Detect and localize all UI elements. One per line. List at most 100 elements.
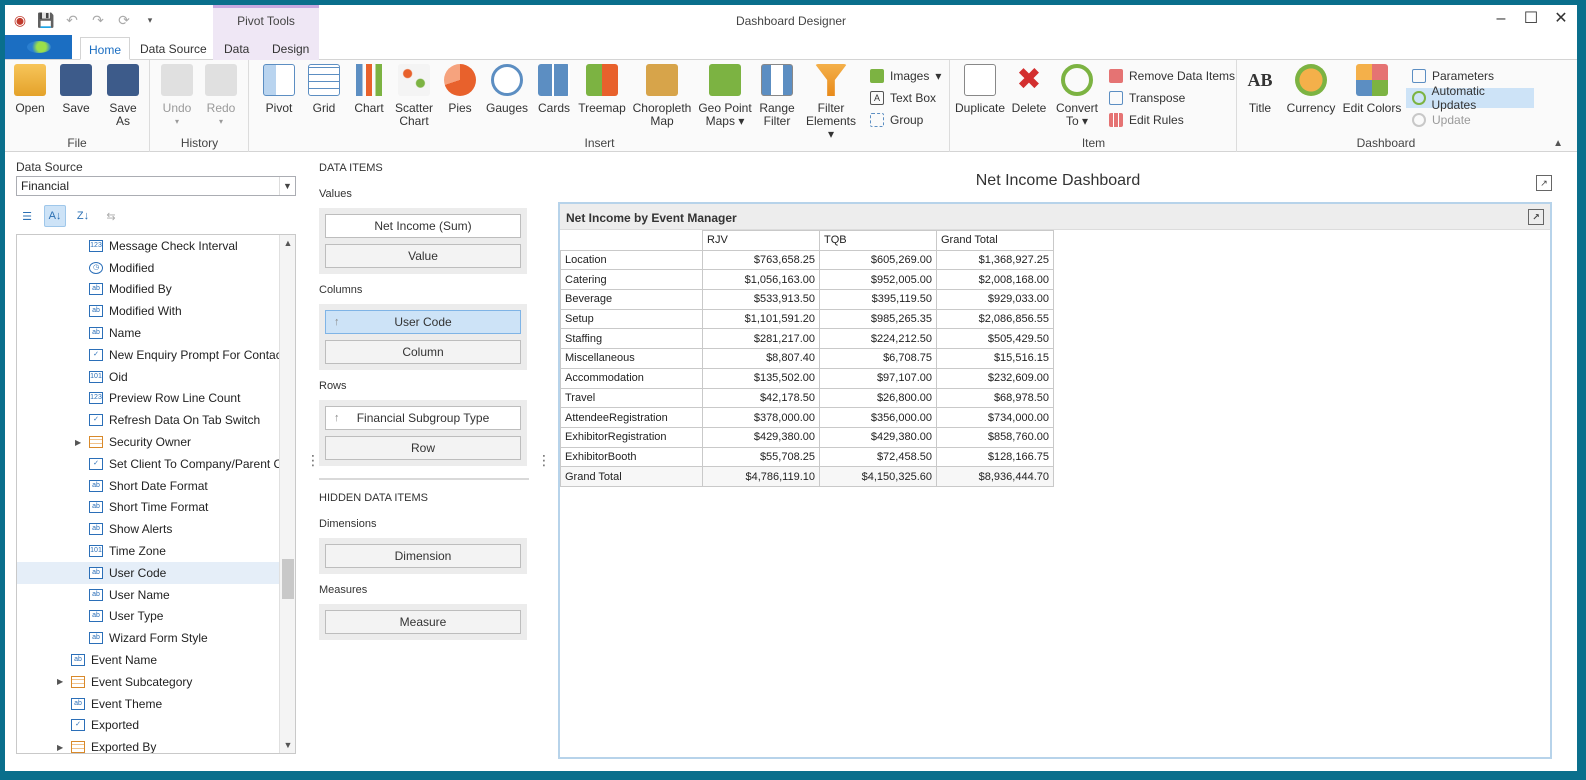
scroll-up-icon[interactable]: ▲ xyxy=(280,235,295,251)
value-cell[interactable]: $378,000.00 xyxy=(702,407,820,428)
row-header-cell[interactable]: Staffing xyxy=(560,328,703,350)
field-tree-item[interactable]: ✓ Refresh Data On Tab Switch xyxy=(17,409,295,431)
field-tree-item[interactable]: ab User Name xyxy=(17,584,295,606)
value-cell[interactable]: $97,107.00 xyxy=(819,367,937,389)
field-tree-item[interactable]: ab User Type xyxy=(17,606,295,628)
field-tree-scrollbar[interactable]: ▲ ▼ xyxy=(279,235,295,753)
chart-button[interactable]: Chart xyxy=(350,64,388,115)
column-placeholder[interactable]: Column xyxy=(325,340,521,364)
value-cell[interactable]: $533,913.50 xyxy=(702,289,820,310)
field-tree-item[interactable]: ✓ New Enquiry Prompt For Contac... xyxy=(17,344,295,366)
value-cell[interactable]: $4,150,325.60 xyxy=(819,466,937,487)
value-cell[interactable]: $985,265.35 xyxy=(819,308,937,330)
value-cell[interactable]: $72,458.50 xyxy=(819,446,937,468)
save-button[interactable]: Save xyxy=(59,64,93,115)
export-dashboard-icon[interactable]: ↗ xyxy=(1536,175,1552,191)
value-cell[interactable]: $232,609.00 xyxy=(936,367,1054,389)
choropleth-map-button[interactable]: Choropleth Map xyxy=(632,64,692,128)
field-tree-item[interactable]: ab Name xyxy=(17,322,295,344)
value-cell[interactable]: $68,978.50 xyxy=(936,387,1054,409)
expand-arrow-icon[interactable]: ▶ xyxy=(57,677,63,686)
column-header-grand-total[interactable]: Grand Total xyxy=(936,230,1054,251)
pivot-button[interactable]: Pivot xyxy=(258,64,300,115)
currency-button[interactable]: Currency xyxy=(1286,64,1336,115)
field-tree-item[interactable]: ab Modified With xyxy=(17,300,295,322)
value-cell[interactable]: $429,380.00 xyxy=(819,426,937,448)
application-menu-button[interactable] xyxy=(5,35,72,59)
value-item-net-income[interactable]: Net Income (Sum) xyxy=(325,214,521,238)
value-cell[interactable]: $42,178.50 xyxy=(702,387,820,409)
gauges-button[interactable]: Gauges xyxy=(485,64,529,115)
minimize-button[interactable]: – xyxy=(1493,9,1509,29)
text-box-button[interactable]: A Text Box xyxy=(870,88,936,108)
pivot-item[interactable]: Net Income by Event Manager ↗ RJV TQB Gr… xyxy=(558,202,1552,759)
value-cell[interactable]: $15,516.15 xyxy=(936,348,1054,369)
title-button[interactable]: AB Title xyxy=(1242,64,1278,115)
scroll-thumb[interactable] xyxy=(282,559,294,599)
collapse-ribbon-icon[interactable]: ▲ xyxy=(1553,138,1563,149)
update-button[interactable]: Update xyxy=(1412,110,1471,130)
expand-arrow-icon[interactable]: ▶ xyxy=(57,743,63,752)
convert-to-button[interactable]: Convert To ▾ xyxy=(1053,64,1101,128)
geo-point-maps-button[interactable]: Geo Point Maps ▾ xyxy=(698,64,752,128)
remove-data-items-button[interactable]: Remove Data Items xyxy=(1109,66,1235,86)
field-tree-item[interactable]: 123 Message Check Interval xyxy=(17,235,295,257)
field-tree-item[interactable]: ab Event Theme xyxy=(17,693,295,715)
app-icon[interactable]: ◉ xyxy=(11,11,29,29)
customize-qat-icon[interactable]: ▾ xyxy=(141,11,159,29)
expand-arrow-icon[interactable]: ▶ xyxy=(75,438,81,447)
value-cell[interactable]: $952,005.00 xyxy=(819,269,937,291)
row-header-cell[interactable]: Location xyxy=(560,249,703,271)
value-cell[interactable]: $356,000.00 xyxy=(819,407,937,428)
duplicate-button[interactable]: Duplicate xyxy=(955,64,1005,115)
grid-button[interactable]: Grid xyxy=(306,64,342,115)
sort-ascending-icon[interactable]: A↓ xyxy=(44,205,66,227)
column-header-rjv[interactable]: RJV xyxy=(702,230,820,251)
value-cell[interactable]: $8,936,444.70 xyxy=(936,466,1054,487)
field-tree-item[interactable]: ◷ Modified xyxy=(17,257,295,279)
value-cell[interactable]: $929,033.00 xyxy=(936,289,1054,310)
value-cell[interactable]: $763,658.25 xyxy=(702,249,820,271)
row-header-cell[interactable]: Grand Total xyxy=(560,466,703,487)
row-header-cell[interactable]: Setup xyxy=(560,308,703,330)
field-tree-item[interactable]: ab Event Name xyxy=(17,649,295,671)
sort-arrow-icon[interactable]: ↑ xyxy=(334,311,340,333)
group-button[interactable]: Group xyxy=(870,110,923,130)
value-cell[interactable]: $2,008,168.00 xyxy=(936,269,1054,291)
refresh-fields-icon[interactable]: ⇆ xyxy=(100,205,122,227)
value-cell[interactable]: $395,119.50 xyxy=(819,289,937,310)
value-cell[interactable]: $281,217.00 xyxy=(702,328,820,350)
images-button[interactable]: Images ▾ xyxy=(870,66,941,86)
value-cell[interactable]: $605,269.00 xyxy=(819,249,937,271)
row-header-cell[interactable]: ExhibitorBooth xyxy=(560,446,703,468)
value-cell[interactable]: $224,212.50 xyxy=(819,328,937,350)
column-header-tqb[interactable]: TQB xyxy=(819,230,937,251)
sort-arrow-icon[interactable]: ↑ xyxy=(334,407,340,429)
field-tree-item[interactable]: ▶ Exported By xyxy=(17,736,295,753)
field-tree-item[interactable]: 101 Time Zone xyxy=(17,540,295,562)
column-item-user-code[interactable]: ↑ User Code xyxy=(325,310,521,334)
field-tree-item[interactable]: 123 Preview Row Line Count xyxy=(17,388,295,410)
field-tree-item[interactable]: ab Short Time Format xyxy=(17,497,295,519)
scatter-chart-button[interactable]: Scatter Chart xyxy=(392,64,436,128)
field-tree-item[interactable]: 101 Oid xyxy=(17,366,295,388)
value-cell[interactable]: $1,101,591.20 xyxy=(702,308,820,330)
row-placeholder[interactable]: Row xyxy=(325,436,521,460)
value-cell[interactable]: $858,760.00 xyxy=(936,426,1054,448)
tab-data[interactable]: Data xyxy=(216,37,257,60)
group-by-type-icon[interactable]: ☰ xyxy=(16,205,38,227)
row-item-financial-subgroup-type[interactable]: ↑ Financial Subgroup Type xyxy=(325,406,521,430)
measure-placeholder[interactable]: Measure xyxy=(325,610,521,634)
automatic-updates-toggle[interactable]: Automatic Updates xyxy=(1406,84,1534,112)
value-cell[interactable]: $1,368,927.25 xyxy=(936,249,1054,271)
tab-home[interactable]: Home xyxy=(80,37,131,60)
field-tree-item[interactable]: ab User Code xyxy=(17,561,295,584)
range-filter-button[interactable]: Range Filter xyxy=(756,64,798,128)
value-cell[interactable]: $734,000.00 xyxy=(936,407,1054,428)
field-tree-item[interactable]: ab Modified By xyxy=(17,279,295,301)
pies-button[interactable]: Pies xyxy=(442,64,478,115)
undo-button[interactable]: Undo ▾ xyxy=(159,64,195,128)
field-tree-item[interactable]: ✓ Set Client To Company/Parent C... xyxy=(17,453,295,475)
value-cell[interactable]: $505,429.50 xyxy=(936,328,1054,350)
parameters-button[interactable]: Parameters xyxy=(1412,66,1494,86)
